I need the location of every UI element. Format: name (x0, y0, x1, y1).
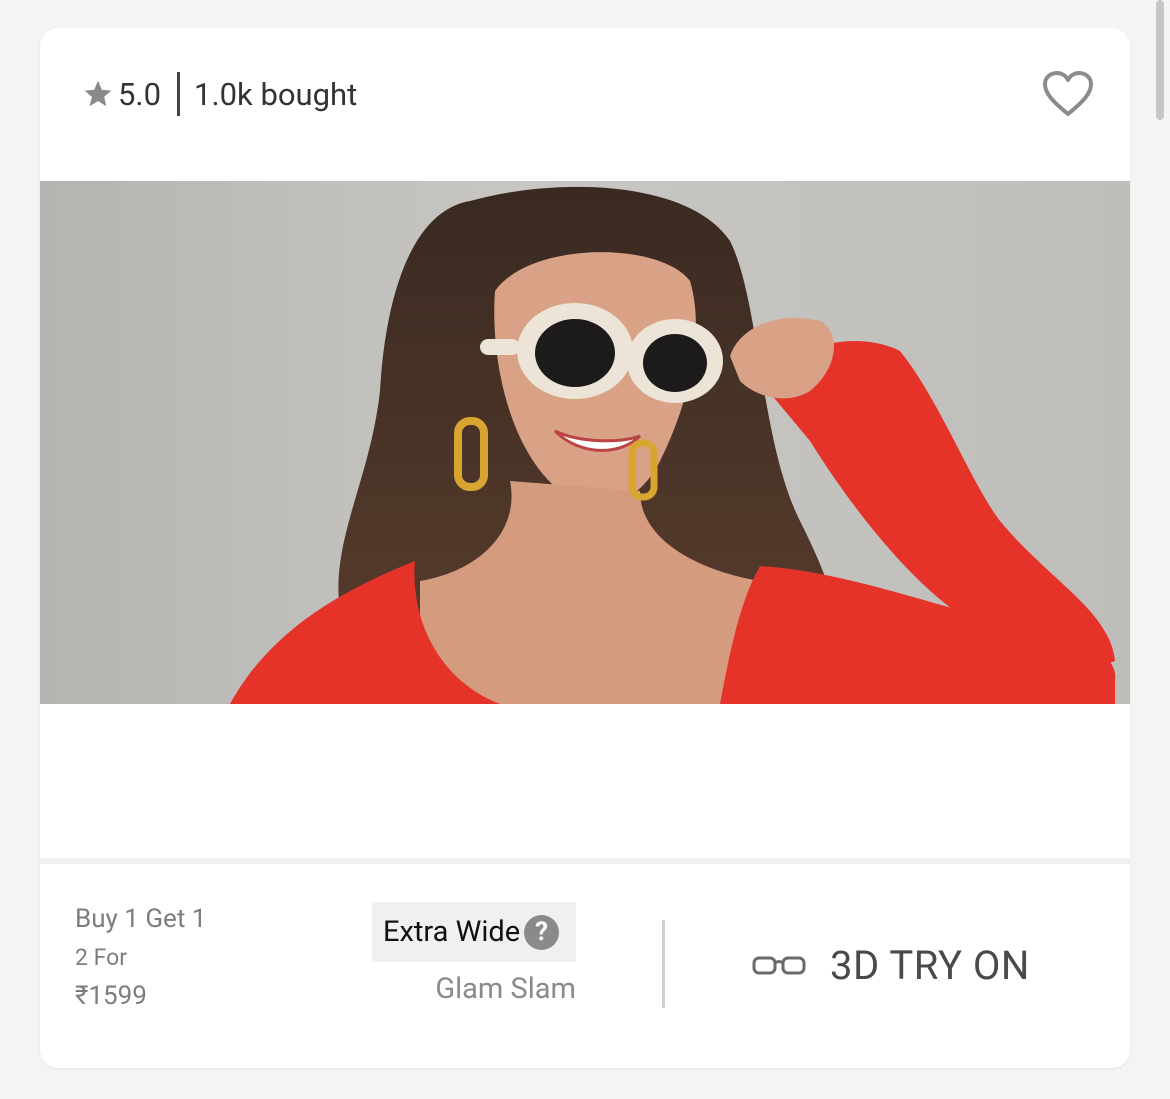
offer-block: Buy 1 Get 1 2 For ₹1599 (75, 904, 206, 1011)
collection-name: Glam Slam (435, 972, 576, 1006)
product-image[interactable] (40, 181, 1130, 704)
product-card[interactable]: 5.0 1.0k bought Buy 1 Get 1 2 For ₹1599 … (40, 28, 1130, 1068)
rating-divider (177, 72, 181, 116)
offer-price: ₹1599 (75, 981, 147, 1011)
star-icon (84, 80, 112, 107)
offer-line-2: 2 For (75, 944, 128, 971)
question-circle-icon[interactable]: ? (524, 914, 560, 950)
size-label: Extra Wide (383, 915, 521, 949)
heart-outline-icon (1043, 71, 1093, 116)
scrollbar[interactable] (1156, 0, 1164, 120)
try-on-label: 3D TRY ON (830, 942, 1030, 989)
wishlist-button[interactable] (1042, 70, 1094, 118)
bought-count: 1.0k bought (194, 75, 358, 113)
rating-value: 5.0 (118, 75, 162, 113)
footer-divider (662, 920, 665, 1008)
card-footer: Buy 1 Get 1 2 For ₹1599 Extra Wide ? Gla… (40, 864, 1130, 1068)
try-on-button[interactable]: 3D TRY ON (752, 942, 1030, 989)
rating-block: 5.0 1.0k bought (82, 72, 357, 116)
model-photo (230, 186, 1116, 704)
size-tag: Extra Wide ? (372, 902, 576, 962)
glasses-icon (752, 956, 806, 974)
card-header: 5.0 1.0k bought (40, 28, 1130, 181)
offer-line-1: Buy 1 Get 1 (75, 904, 207, 934)
